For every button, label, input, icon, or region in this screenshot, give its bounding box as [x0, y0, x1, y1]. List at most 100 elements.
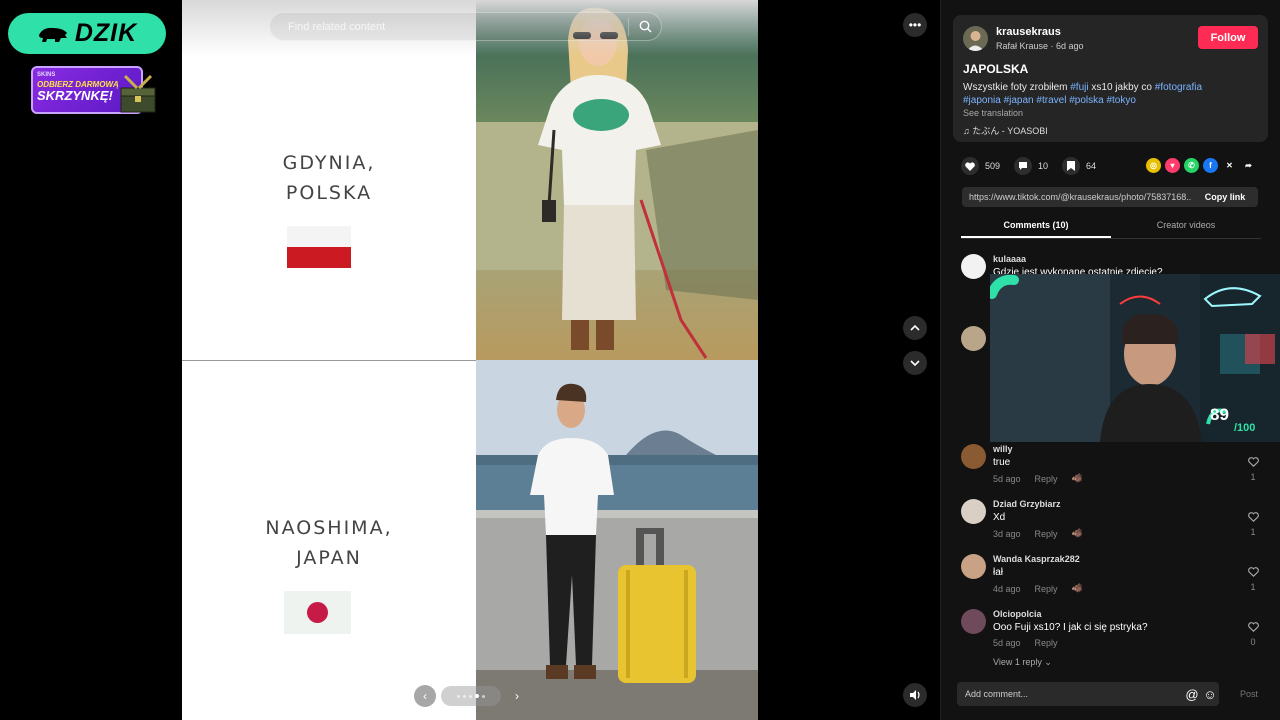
- chevron-left-icon: ‹: [423, 689, 427, 703]
- avatar[interactable]: [961, 254, 986, 279]
- heart-outline-icon: [1247, 457, 1259, 467]
- hashtag-links[interactable]: #japonia #japan #travel #polska #tokyo: [963, 95, 1136, 106]
- heart-icon: [961, 157, 979, 175]
- author-username[interactable]: krausekraus: [996, 26, 1061, 38]
- comment-item: Dziad Grzybiarz Xd 3d ago Reply 🐗 1: [961, 499, 1261, 547]
- naoshima-panel: NAOSHIMA, JAPAN: [182, 360, 476, 720]
- heart-outline-icon: [1247, 622, 1259, 632]
- sidebar-tabs: Comments (10) Creator videos: [961, 216, 1261, 239]
- place-naoshima: NAOSHIMA, JAPAN: [265, 517, 393, 569]
- comment-like-button[interactable]: [1247, 454, 1259, 472]
- follow-button[interactable]: Follow: [1198, 26, 1258, 49]
- boar-icon: [38, 27, 67, 42]
- chevron-up-icon: [910, 324, 920, 331]
- comment-author[interactable]: Olciopolcia: [993, 609, 1042, 619]
- comment-author[interactable]: Dziad Grzybiarz: [993, 499, 1061, 509]
- save-stat[interactable]: 64: [1062, 157, 1096, 175]
- chevron-right-icon: ›: [515, 689, 519, 703]
- next-post-button[interactable]: [903, 351, 927, 375]
- comment-text: Ooo Fuji xs10? I jak ci się pstryka?: [993, 622, 1148, 633]
- reply-button[interactable]: Reply: [1035, 474, 1058, 484]
- post-comment-button[interactable]: Post: [1240, 689, 1258, 699]
- more-icon: •••: [908, 18, 922, 32]
- music-link[interactable]: ♫ たぶん - YOASOBI: [963, 124, 1048, 137]
- view-replies-button[interactable]: View 1 reply ⌄: [993, 657, 1052, 668]
- volume-button[interactable]: [903, 683, 927, 707]
- avatar[interactable]: [961, 609, 986, 634]
- comment-icon: [1014, 157, 1033, 175]
- poland-flag-icon: [287, 226, 351, 268]
- promo-banner[interactable]: SKINS ODBIERZ DARMOWĄ SKRZYNKĘ!: [31, 66, 161, 116]
- carousel-dots: [441, 686, 501, 706]
- share-arrow-icon[interactable]: ➦: [1241, 158, 1256, 173]
- coin-share-icon[interactable]: ◎: [1146, 158, 1161, 173]
- author-subline: Rafał Krause · 6d ago: [996, 41, 1084, 51]
- comment-date: 5d ago: [993, 473, 1021, 484]
- search-icon[interactable]: [629, 20, 661, 33]
- comment-like-count: 1: [1250, 582, 1256, 592]
- avatar[interactable]: [961, 326, 986, 351]
- comment-text: Xd: [993, 512, 1006, 523]
- carousel-prev-button[interactable]: ‹: [414, 685, 436, 707]
- mention-icon[interactable]: @: [1183, 687, 1201, 702]
- speaker-icon: [909, 690, 920, 700]
- hashtag-link[interactable]: #fotografia: [1155, 82, 1202, 93]
- comment-input[interactable]: Add comment...: [965, 689, 1183, 699]
- like-stat[interactable]: 509: [961, 157, 1000, 175]
- comment-like-count: 1: [1250, 472, 1256, 482]
- search-bar[interactable]: Find related content: [269, 12, 662, 41]
- emoji-icon[interactable]: ☺: [1201, 687, 1219, 702]
- dzik-label: DZIK: [74, 19, 138, 47]
- send-share-icon[interactable]: ▾: [1165, 158, 1180, 173]
- comment-composer[interactable]: Add comment... @ ☺: [957, 682, 1219, 706]
- comment-like-button[interactable]: [1247, 564, 1259, 582]
- post-info-card: krausekraus Rafał Krause · 6d ago Follow…: [953, 15, 1268, 142]
- comment-item: Olciopolcia Ooo Fuji xs10? I jak ci się …: [961, 609, 1261, 657]
- chevron-down-icon: [910, 360, 920, 367]
- comment-item: Wanda Kasprzak282 łał 4d ago Reply 🐗 1: [961, 554, 1261, 602]
- photo-naoshima: [476, 360, 758, 720]
- post-url: https://www.tiktok.com/@krausekraus/phot…: [969, 192, 1192, 202]
- x-icon[interactable]: ✕: [1222, 158, 1237, 173]
- post-link-row: https://www.tiktok.com/@krausekraus/phot…: [962, 187, 1258, 207]
- avatar[interactable]: [961, 554, 986, 579]
- engagement-stats: 509 10 64: [961, 157, 1102, 175]
- avatar[interactable]: [961, 499, 986, 524]
- comment-author[interactable]: kulaaaa: [993, 254, 1026, 264]
- whatsapp-icon[interactable]: ✆: [1184, 158, 1199, 173]
- post-title: JAPOLSKA: [963, 62, 1029, 76]
- tab-creator-videos[interactable]: Creator videos: [1111, 216, 1261, 238]
- previous-post-button[interactable]: [903, 316, 927, 340]
- facebook-icon[interactable]: f: [1203, 158, 1218, 173]
- search-input[interactable]: Find related content: [288, 21, 628, 33]
- comment-text: true: [993, 457, 1011, 468]
- creator-reaction-icon: 🐗: [1071, 528, 1083, 538]
- copy-link-button[interactable]: Copy link: [1192, 192, 1258, 202]
- comment-like-button[interactable]: [1247, 619, 1259, 637]
- bookmark-icon: [1062, 157, 1081, 175]
- tab-comments[interactable]: Comments (10): [961, 216, 1111, 238]
- chest-icon: [120, 74, 156, 113]
- post-description: Wszystkie foty zrobiłem #fuji xs10 jakby…: [963, 82, 1203, 106]
- comment-date: 4d ago: [993, 583, 1021, 594]
- comment-author[interactable]: willy: [993, 444, 1013, 454]
- screen: DZIK SKINS ODBIERZ DARMOWĄ SKRZYNKĘ! GDY…: [0, 0, 1280, 720]
- reply-button[interactable]: Reply: [1035, 529, 1058, 539]
- comment-like-count: 1: [1250, 527, 1256, 537]
- avatar[interactable]: [963, 26, 988, 51]
- hashtag-link[interactable]: #fuji: [1070, 82, 1088, 93]
- avatar[interactable]: [961, 444, 986, 469]
- comment-like-count: 0: [1250, 637, 1256, 647]
- reply-button[interactable]: Reply: [1035, 638, 1058, 648]
- see-translation-link[interactable]: See translation: [963, 108, 1023, 118]
- carousel-next-button[interactable]: ›: [506, 685, 528, 707]
- more-options-button[interactable]: •••: [903, 13, 927, 37]
- reply-button[interactable]: Reply: [1035, 584, 1058, 594]
- comment-like-button[interactable]: [1247, 509, 1259, 527]
- heart-outline-icon: [1247, 512, 1259, 522]
- comment-stat[interactable]: 10: [1014, 157, 1048, 175]
- japan-flag-icon: [284, 591, 351, 634]
- comment-author[interactable]: Wanda Kasprzak282: [993, 554, 1080, 564]
- creator-reaction-icon: 🐗: [1071, 583, 1083, 593]
- post-image-viewer[interactable]: GDYNIA, POLSKA NAOSHIMA, JAPAN Find rela…: [182, 0, 758, 720]
